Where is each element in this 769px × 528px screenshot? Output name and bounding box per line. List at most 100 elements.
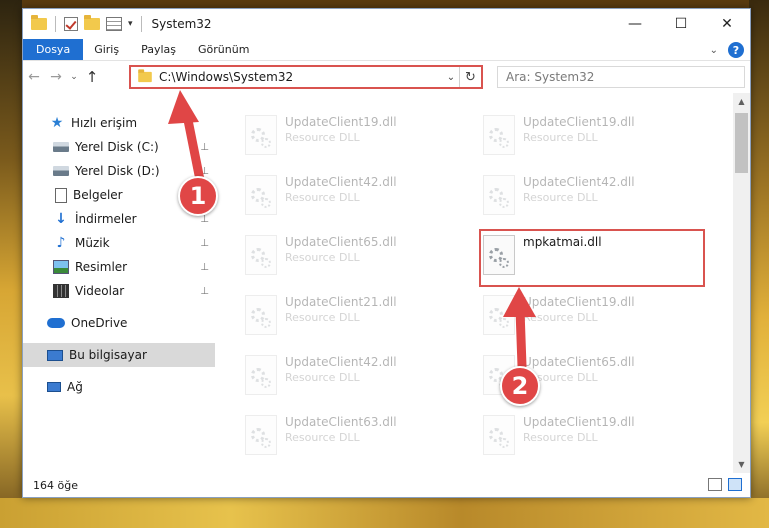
file-type: Resource DLL (523, 131, 598, 144)
callout-step-1: 1 (178, 176, 218, 216)
file-item[interactable]: UpdateClient65.dll Resource DLL (239, 229, 469, 281)
file-item[interactable]: UpdateClient19.dll Resource DLL (477, 409, 707, 461)
file-type: Resource DLL (285, 251, 360, 264)
large-icons-view-icon[interactable] (728, 478, 742, 491)
sidebar-item-label: Belgeler (73, 188, 123, 202)
search-input[interactable]: Ara: System32 (497, 66, 745, 88)
dll-file-icon (483, 415, 515, 455)
recent-locations-button[interactable]: ⌄ (67, 72, 81, 82)
minimize-button[interactable]: — (612, 9, 658, 39)
tab-home[interactable]: Giriş (83, 39, 130, 60)
details-view-icon[interactable] (708, 478, 722, 491)
sidebar-item-quick-access[interactable]: ★ Hızlı erişim (23, 111, 215, 135)
back-button[interactable]: ← (23, 69, 45, 85)
dll-file-icon (245, 355, 277, 395)
help-icon[interactable]: ? (728, 42, 744, 58)
drive-icon (53, 166, 69, 176)
item-count: 164 öğe (33, 478, 78, 492)
file-item[interactable]: UpdateClient63.dll Resource DLL (239, 409, 469, 461)
cloud-icon (47, 318, 65, 328)
dll-file-icon (245, 235, 277, 275)
maximize-button[interactable]: ☐ (658, 9, 704, 39)
sidebar-item-this-pc[interactable]: Bu bilgisayar (23, 343, 215, 367)
folder-icon (31, 15, 47, 30)
window-title: System32 (151, 17, 212, 31)
address-path[interactable]: C:\Windows\System32 (159, 70, 443, 84)
file-item[interactable]: UpdateClient19.dll Resource DLL (239, 109, 469, 161)
dll-file-icon (483, 295, 515, 335)
quick-access-toolbar: ▾ (23, 15, 144, 32)
status-bar: 164 öğe (23, 473, 750, 497)
scroll-thumb[interactable] (735, 113, 748, 173)
file-type: Resource DLL (285, 311, 360, 324)
tab-view[interactable]: Görünüm (187, 39, 260, 60)
file-type: Resource DLL (285, 431, 360, 444)
desktop-background-bottom (0, 498, 769, 528)
pin-icon[interactable]: ⊥ (200, 166, 209, 177)
file-type: Resource DLL (523, 191, 598, 204)
sidebar-item-pictures[interactable]: Resimler ⊥ (23, 255, 215, 279)
new-folder-icon[interactable] (84, 15, 100, 30)
file-name: UpdateClient21.dll (285, 295, 397, 309)
expand-ribbon-chevron-icon[interactable]: ⌄ (710, 45, 718, 56)
up-button[interactable]: ↑ (81, 68, 103, 86)
close-button[interactable]: ✕ (704, 9, 750, 39)
tab-share[interactable]: Paylaş (130, 39, 187, 60)
file-item[interactable]: UpdateClient19.dll Resource DLL (477, 109, 707, 161)
sidebar-item-label: Yerel Disk (C:) (75, 140, 159, 154)
file-name: UpdateClient65.dll (523, 355, 635, 369)
dll-file-icon (245, 115, 277, 155)
pin-icon[interactable]: ⊥ (200, 238, 209, 249)
folder-icon (138, 69, 152, 83)
tab-file[interactable]: Dosya (23, 39, 84, 60)
file-name: UpdateClient42.dll (285, 175, 397, 189)
file-item[interactable]: UpdateClient21.dll Resource DLL (239, 289, 469, 341)
network-icon (47, 382, 61, 392)
address-bar[interactable]: C:\Windows\System32 ⌄ ↻ (129, 65, 483, 89)
pin-icon[interactable]: ⊥ (200, 262, 209, 273)
file-item[interactable]: UpdateClient42.dll Resource DLL (477, 169, 707, 221)
sidebar-item-label: İndirmeler (75, 212, 137, 226)
file-name: UpdateClient19.dll (523, 115, 635, 129)
address-dropdown-icon[interactable]: ⌄ (443, 72, 459, 83)
music-icon: ♪ (56, 235, 66, 251)
sidebar-item-onedrive[interactable]: OneDrive (23, 311, 215, 335)
forward-button[interactable]: → (45, 69, 67, 85)
scroll-down-arrow-icon[interactable]: ▼ (733, 456, 750, 473)
desktop-background-right (749, 0, 769, 528)
star-icon: ★ (50, 115, 64, 131)
title-bar: ▾ System32 — ☐ ✕ (23, 9, 750, 39)
callout-step-2: 2 (500, 366, 540, 406)
file-name: UpdateClient19.dll (523, 415, 635, 429)
sidebar-item-videos[interactable]: Videolar ⊥ (23, 279, 215, 303)
sidebar-item-label: Ağ (67, 380, 83, 394)
scroll-up-arrow-icon[interactable]: ▲ (733, 93, 750, 110)
sidebar-item-music[interactable]: ♪ Müzik ⊥ (23, 231, 215, 255)
download-icon: ↓ (55, 211, 67, 227)
computer-icon (47, 349, 63, 361)
file-name: UpdateClient65.dll (285, 235, 397, 249)
sidebar-item-label: Yerel Disk (D:) (75, 164, 160, 178)
vertical-scrollbar[interactable]: ▲ ▼ (733, 93, 750, 473)
file-item[interactable]: UpdateClient42.dll Resource DLL (239, 169, 469, 221)
drive-icon (53, 142, 69, 152)
file-name: UpdateClient42.dll (285, 355, 397, 369)
file-item[interactable]: UpdateClient42.dll Resource DLL (239, 349, 469, 401)
view-switcher (708, 478, 742, 491)
navigation-bar: ← → ⌄ ↑ C:\Windows\System32 ⌄ ↻ Ara: Sys… (23, 61, 750, 93)
customize-toolbar-arrow-icon[interactable]: ▾ (128, 19, 133, 29)
sidebar-item-local-disk-c[interactable]: Yerel Disk (C:) ⊥ (23, 135, 215, 159)
documents-icon (55, 187, 67, 203)
sidebar-item-label: Müzik (75, 236, 110, 250)
file-name: UpdateClient19.dll (285, 115, 397, 129)
file-name: UpdateClient19.dll (523, 295, 635, 309)
pin-icon[interactable]: ⊥ (200, 286, 209, 297)
videos-icon (53, 284, 69, 298)
properties-check-icon[interactable] (64, 17, 78, 31)
sidebar-item-network[interactable]: Ağ (23, 375, 215, 399)
properties-icon[interactable] (106, 17, 122, 31)
pin-icon[interactable]: ⊥ (200, 142, 209, 153)
file-item[interactable]: UpdateClient19.dll Resource DLL (477, 289, 707, 341)
dll-file-icon (245, 415, 277, 455)
refresh-button[interactable]: ↻ (459, 67, 481, 87)
